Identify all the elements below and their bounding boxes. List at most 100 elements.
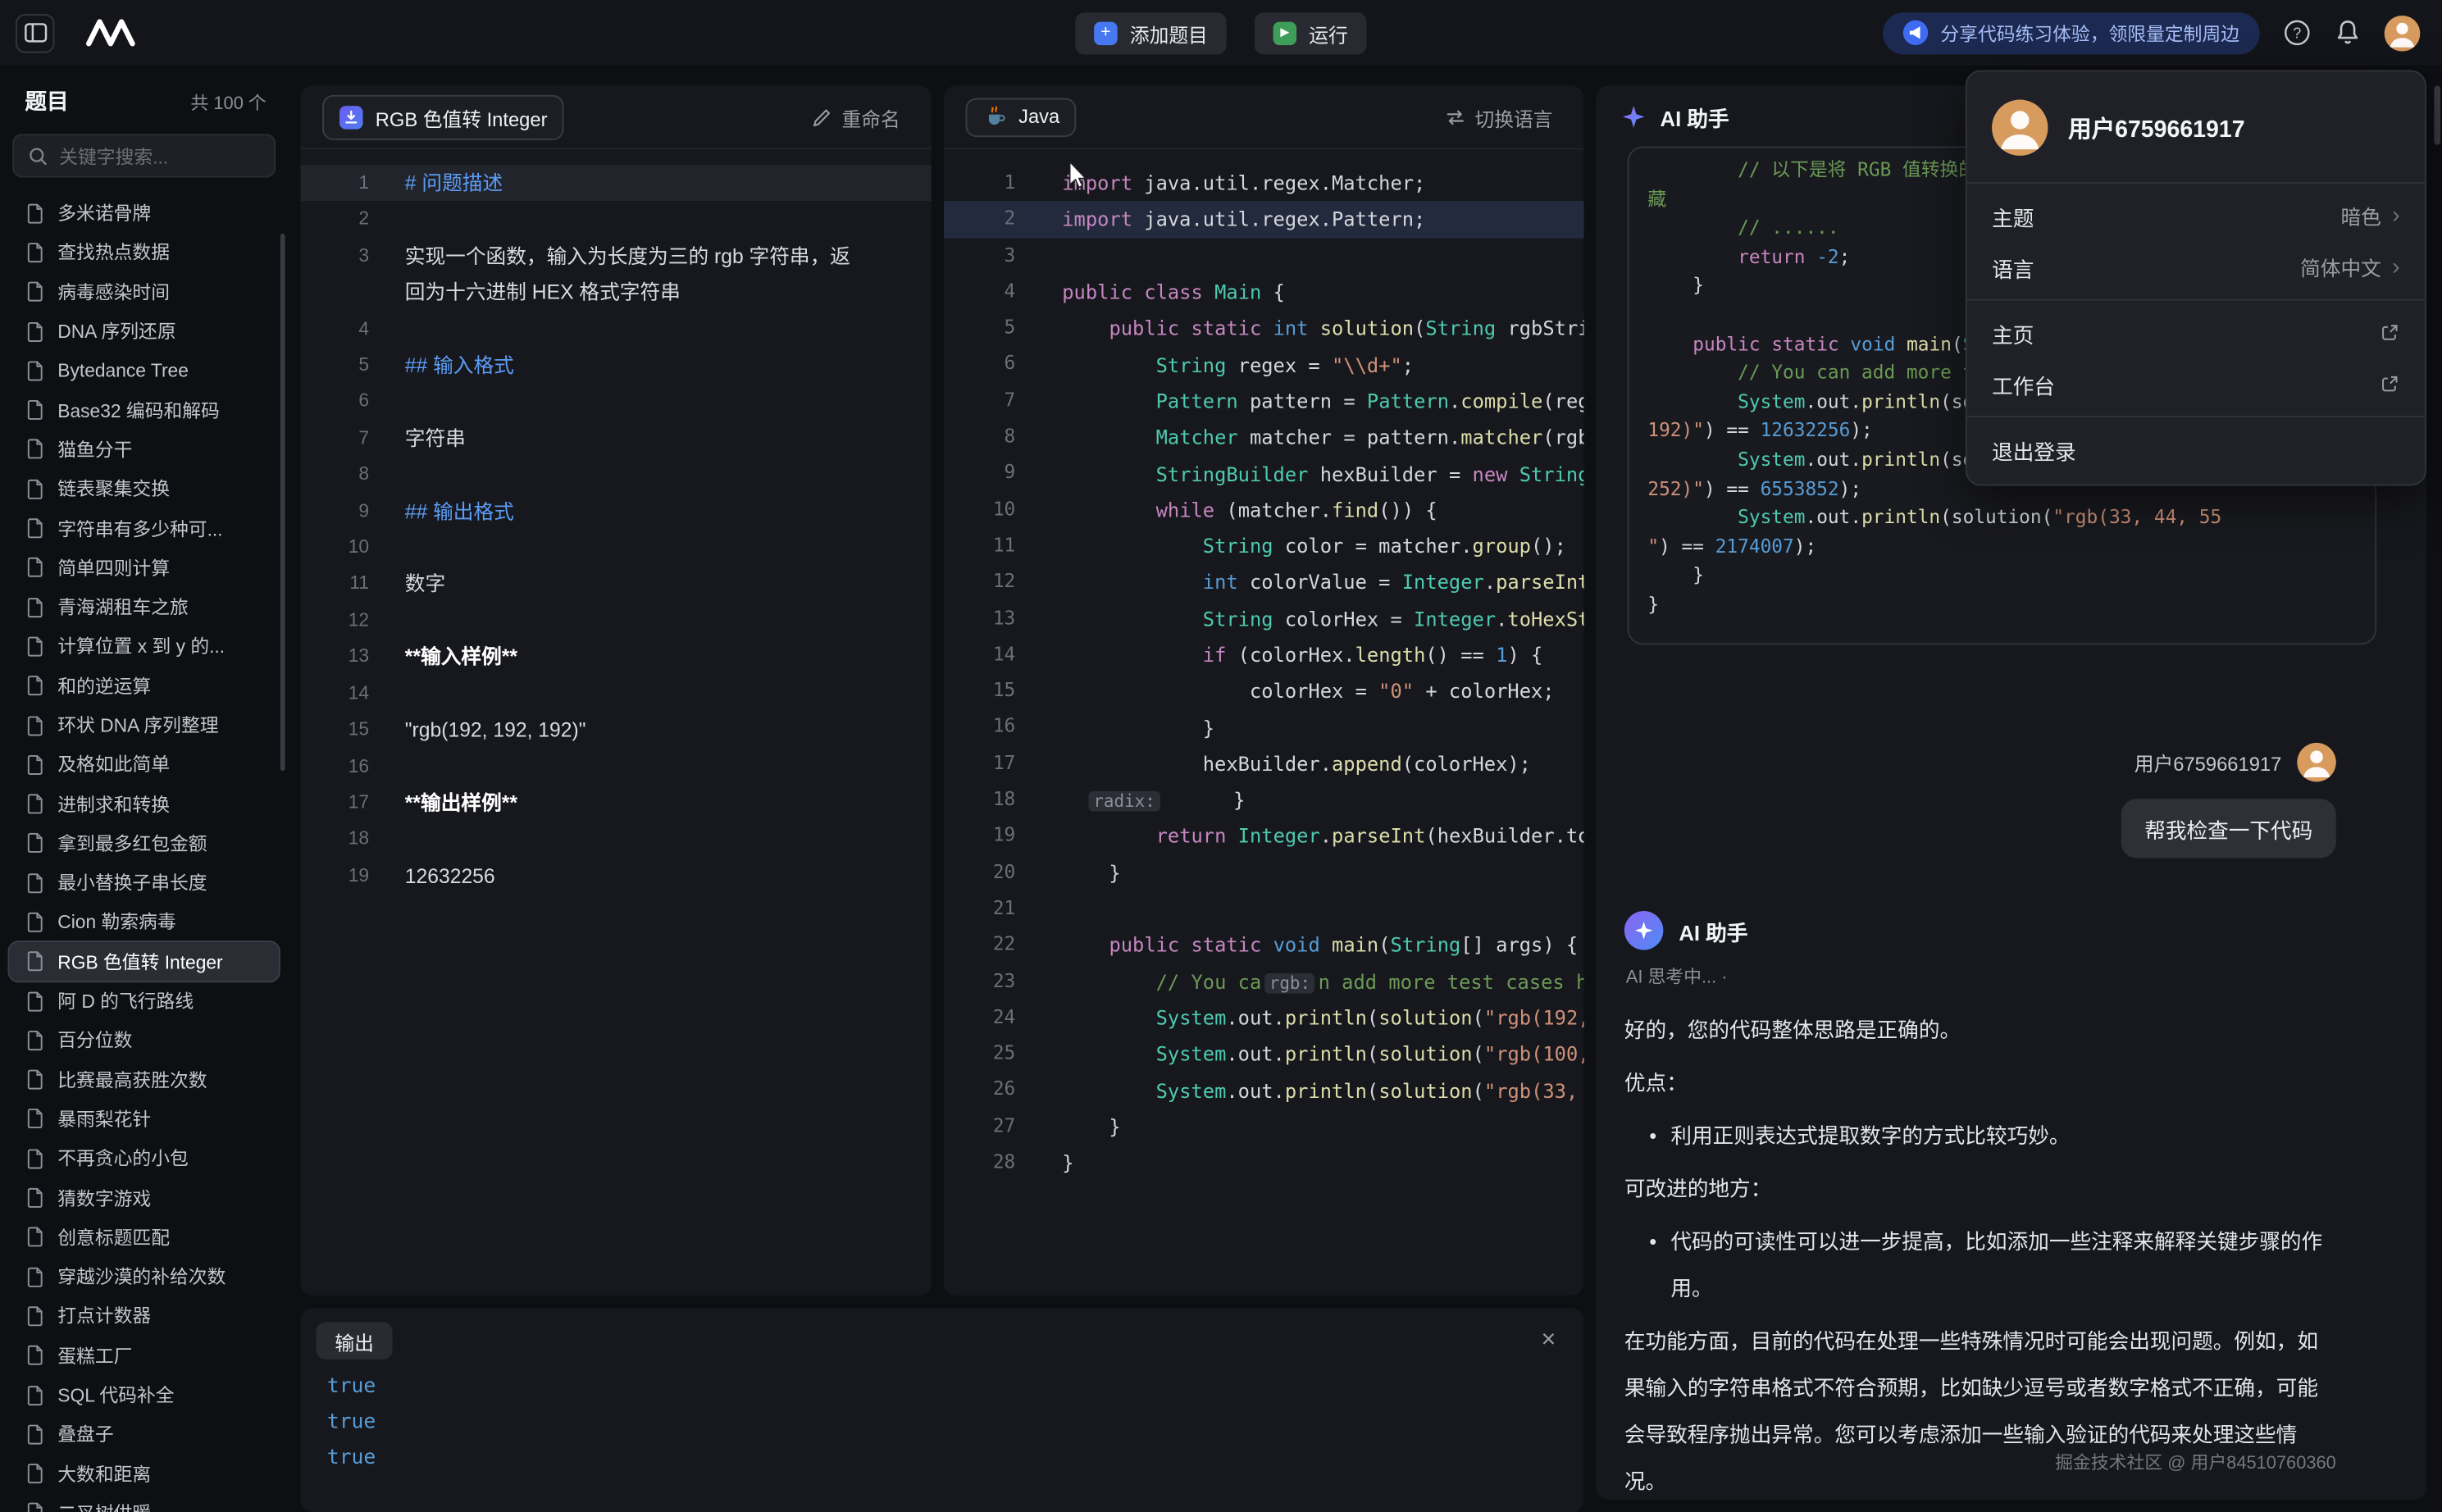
code-line[interactable]: 1import java.util.regex.Matcher; xyxy=(944,165,1584,201)
sidebar-item[interactable]: 及格如此简单 xyxy=(9,745,279,784)
code-line[interactable]: 8 Matcher matcher = pattern.matcher(rgbS… xyxy=(944,419,1584,455)
code-line[interactable]: 3 xyxy=(944,238,1584,274)
markdown-line[interactable]: 5## 输入格式 xyxy=(301,348,932,384)
sidebar-item[interactable]: 不再贪心的小包 xyxy=(9,1139,279,1178)
sidebar-item[interactable]: 拿到最多红包金额 xyxy=(9,823,279,863)
notifications-button[interactable] xyxy=(2335,19,2361,47)
add-problem-button[interactable]: + 添加题目 xyxy=(1075,11,1226,53)
markdown-line[interactable]: 1912632256 xyxy=(301,858,932,894)
close-output-button[interactable]: × xyxy=(1535,1328,1562,1353)
menu-item-theme[interactable]: 主题 暗色› xyxy=(1967,190,2425,242)
sidebar-item[interactable]: 百分位数 xyxy=(9,1020,279,1059)
sidebar-item[interactable]: 进制求和转换 xyxy=(9,784,279,823)
markdown-line[interactable]: 15"rgb(192, 192, 192)" xyxy=(301,712,932,748)
run-button[interactable]: ▶ 运行 xyxy=(1255,11,1367,53)
code-line[interactable]: 6 String regex = "\\d+"; xyxy=(944,347,1584,383)
code-line[interactable]: 4public class Main { xyxy=(944,274,1584,310)
code-line[interactable]: 18 radix: } xyxy=(944,781,1584,817)
sidebar-item[interactable]: Bytedance Tree xyxy=(9,351,279,390)
sidebar-item[interactable]: Cion 勒索病毒 xyxy=(9,902,279,941)
sidebar-item[interactable]: DNA 序列还原 xyxy=(9,312,279,351)
problem-description-editor[interactable]: 1# 问题描述23实现一个函数，输入为长度为三的 rgb 字符串，返回为十六进制… xyxy=(301,149,932,894)
markdown-line[interactable]: 4 xyxy=(301,311,932,347)
code-line[interactable]: 24 System.out.println(solution("rgb(192,… xyxy=(944,1000,1584,1036)
markdown-line[interactable]: 6 xyxy=(301,384,932,420)
code-line[interactable]: 25 System.out.println(solution("rgb(100,… xyxy=(944,1036,1584,1072)
sidebar-item[interactable]: 暴雨梨花针 xyxy=(9,1100,279,1139)
code-line[interactable]: 13 String colorHex = Integer.toHexString… xyxy=(944,600,1584,636)
code-line[interactable]: 5 public static int solution(String rgbS… xyxy=(944,310,1584,346)
sidebar-item[interactable]: 多米诺骨牌 xyxy=(9,194,279,233)
markdown-line[interactable]: 12 xyxy=(301,603,932,639)
markdown-line[interactable]: 11数字 xyxy=(301,566,932,602)
sidebar-item[interactable]: Base32 编码和解码 xyxy=(9,390,279,430)
search-input[interactable]: 关键字搜索... xyxy=(12,134,276,177)
markdown-line[interactable]: 17**输出样例** xyxy=(301,785,932,821)
sidebar-item[interactable]: 大数和距离 xyxy=(9,1454,279,1493)
code-line[interactable]: 19 return Integer.parseInt(hexBuilder.to… xyxy=(944,818,1584,854)
sidebar-item[interactable]: 简单四则计算 xyxy=(9,548,279,587)
sidebar-item[interactable]: 阿 D 的飞行路线 xyxy=(9,981,279,1020)
sidebar-toggle-button[interactable] xyxy=(16,13,54,52)
sidebar-item[interactable]: 叠盘子 xyxy=(9,1414,279,1454)
sidebar-item[interactable]: 打点计数器 xyxy=(9,1296,279,1336)
code-line[interactable]: 20 } xyxy=(944,854,1584,890)
code-editor[interactable]: 1import java.util.regex.Matcher;2import … xyxy=(944,149,1584,1181)
markdown-line[interactable]: 2 xyxy=(301,202,932,238)
markdown-line[interactable]: 9## 输出格式 xyxy=(301,493,932,529)
output-tab[interactable]: 输出 xyxy=(317,1322,393,1359)
sidebar-item[interactable]: 最小替换子串长度 xyxy=(9,863,279,902)
code-line[interactable]: 9 StringBuilder hexBuilder = new StringB… xyxy=(944,455,1584,491)
sidebar-item[interactable]: 蛋糕工厂 xyxy=(9,1336,279,1375)
sidebar-scrollbar[interactable] xyxy=(280,234,285,771)
problem-title-chip[interactable]: RGB 色值转 Integer xyxy=(322,94,564,139)
promo-banner[interactable]: 分享代码练习体验，领限量定制周边 xyxy=(1883,11,2260,53)
help-button[interactable]: ? xyxy=(2283,19,2311,47)
code-line[interactable]: 10 while (matcher.find()) { xyxy=(944,492,1584,528)
code-line[interactable]: 7 Pattern pattern = Pattern.compile(rege… xyxy=(944,383,1584,419)
sidebar-item[interactable]: 字符串有多少种可... xyxy=(9,508,279,548)
language-chip[interactable]: Java xyxy=(966,98,1077,136)
markdown-line[interactable]: 14 xyxy=(301,676,932,712)
menu-item-language[interactable]: 语言 简体中文› xyxy=(1967,241,2425,293)
sidebar-item[interactable]: 猜数字游戏 xyxy=(9,1178,279,1218)
code-line[interactable]: 2import java.util.regex.Pattern; xyxy=(944,202,1584,238)
markdown-line[interactable]: 13**输入样例** xyxy=(301,639,932,675)
sidebar-item[interactable]: 查找热点数据 xyxy=(9,233,279,272)
sidebar-item-selected[interactable]: RGB 色值转 Integer xyxy=(9,941,279,981)
code-line[interactable]: 11 String color = matcher.group(); xyxy=(944,528,1584,564)
sidebar-item[interactable]: 猫鱼分干 xyxy=(9,430,279,469)
sidebar-item[interactable]: 穿越沙漠的补给次数 xyxy=(9,1257,279,1296)
menu-item-logout[interactable]: 退出登录 xyxy=(1967,424,2425,476)
markdown-line[interactable]: 10 xyxy=(301,530,932,566)
code-line[interactable]: 23 // You cargb:n add more test cases he… xyxy=(944,963,1584,1000)
sidebar-item[interactable]: 计算位置 x 到 y 的... xyxy=(9,626,279,666)
markdown-line[interactable]: 3实现一个函数，输入为长度为三的 rgb 字符串，返回为十六进制 HEX 格式字… xyxy=(301,238,932,311)
sidebar-item[interactable]: 环状 DNA 序列整理 xyxy=(9,705,279,745)
sidebar-item[interactable]: 二叉树供暖 xyxy=(9,1493,279,1512)
user-avatar[interactable] xyxy=(2385,15,2421,51)
menu-item-workspace[interactable]: 工作台 xyxy=(1967,358,2425,410)
app-logo[interactable] xyxy=(85,19,139,47)
code-line[interactable]: 22 public static void main(String[] args… xyxy=(944,927,1584,963)
markdown-line[interactable]: 8 xyxy=(301,457,932,493)
code-line[interactable]: 27 } xyxy=(944,1109,1584,1145)
code-line[interactable]: 14 if (colorHex.length() == 1) { xyxy=(944,637,1584,673)
sidebar-item[interactable]: 创意标题匹配 xyxy=(9,1218,279,1257)
sidebar-item[interactable]: 和的逆运算 xyxy=(9,666,279,705)
markdown-line[interactable]: 16 xyxy=(301,749,932,785)
switch-language-button[interactable]: 切换语言 xyxy=(1436,100,1562,133)
code-line[interactable]: 16 } xyxy=(944,709,1584,745)
markdown-line[interactable]: 7字符串 xyxy=(301,420,932,456)
code-line[interactable]: 28} xyxy=(944,1145,1584,1181)
markdown-line[interactable]: 1# 问题描述 xyxy=(301,165,932,201)
sidebar-item[interactable]: 青海湖租车之旅 xyxy=(9,587,279,626)
page-scrollbar[interactable] xyxy=(2434,85,2440,144)
rename-button[interactable]: 重命名 xyxy=(803,100,909,133)
code-line[interactable]: 15 colorHex = "0" + colorHex; xyxy=(944,673,1584,709)
sidebar-item[interactable]: 病毒感染时间 xyxy=(9,272,279,312)
code-line[interactable]: 26 System.out.println(solution("rgb(33, … xyxy=(944,1072,1584,1108)
sidebar-item[interactable]: 比赛最高获胜次数 xyxy=(9,1059,279,1099)
code-line[interactable]: 21 xyxy=(944,890,1584,927)
markdown-line[interactable]: 18 xyxy=(301,821,932,857)
